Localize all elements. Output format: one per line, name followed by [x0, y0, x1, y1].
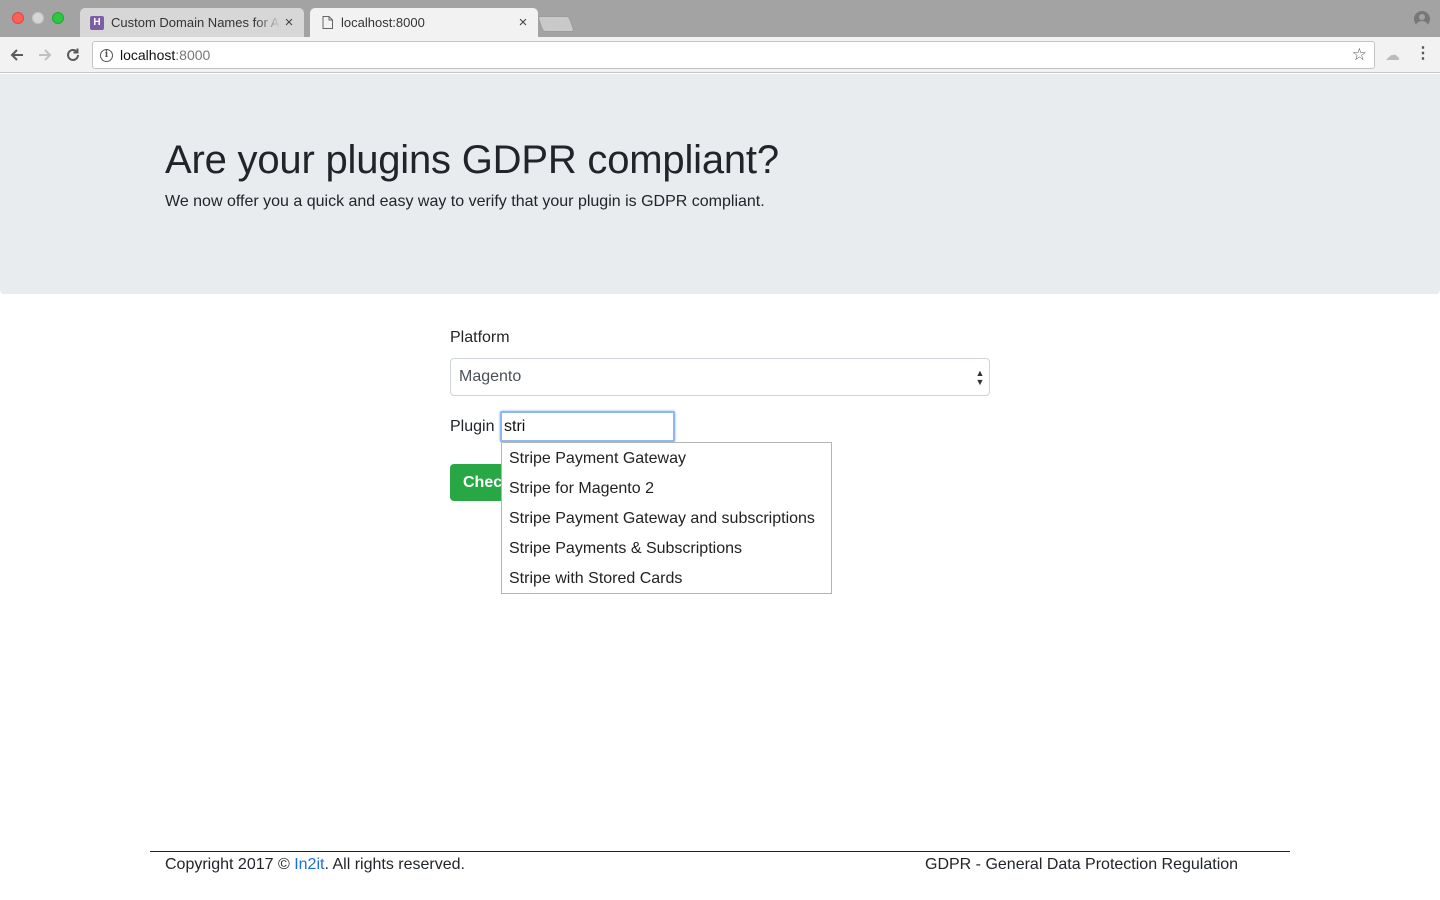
browser-toolbar: i localhost:8000 ☆ ☁ ⋮ — [0, 37, 1440, 73]
close-tab-icon[interactable]: × — [281, 14, 297, 31]
heroku-favicon-icon: H — [90, 15, 104, 30]
page-subtitle: We now offer you a quick and easy way to… — [165, 193, 765, 210]
plugin-autocomplete-list: Stripe Payment Gateway Stripe for Magent… — [501, 442, 832, 594]
maximize-window-button[interactable] — [52, 12, 64, 24]
back-arrow-icon[interactable] — [7, 45, 27, 65]
browser-tab-custom-domain[interactable]: H Custom Domain Names for Ap × — [80, 8, 304, 37]
profile-icon[interactable] — [1414, 11, 1430, 27]
autocomplete-item[interactable]: Stripe Payment Gateway and subscriptions — [502, 504, 831, 534]
tab-title: Custom Domain Names for Ap — [111, 15, 281, 30]
autocomplete-item[interactable]: Stripe with Stored Cards — [502, 564, 831, 594]
autocomplete-item[interactable]: Stripe for Magento 2 — [502, 474, 831, 504]
minimize-window-button[interactable] — [32, 12, 44, 24]
plugin-input-value: stri — [504, 417, 526, 435]
browser-tab-localhost[interactable]: localhost:8000 × — [310, 8, 538, 37]
browser-tab-bar: H Custom Domain Names for Ap × localhost… — [0, 0, 1440, 37]
page-favicon-icon — [320, 16, 334, 30]
autocomplete-item[interactable]: Stripe Payments & Subscriptions — [502, 534, 831, 564]
autocomplete-item[interactable]: Stripe Payment Gateway — [502, 444, 831, 474]
footer-tagline: GDPR - General Data Protection Regulatio… — [925, 856, 1239, 873]
tab-title: localhost:8000 — [341, 15, 425, 30]
reload-icon[interactable] — [63, 45, 83, 65]
url-text: localhost:8000 — [120, 47, 211, 63]
platform-label: Platform — [450, 329, 510, 346]
menu-kebab-icon[interactable]: ⋮ — [1415, 44, 1431, 64]
close-tab-icon[interactable]: × — [515, 14, 531, 31]
new-tab-button[interactable] — [537, 16, 575, 32]
hero-jumbotron: Are your plugins GDPR compliant? We now … — [0, 74, 1440, 294]
footer-copyright: Copyright 2017 © In2it. All rights reser… — [165, 856, 465, 873]
select-arrows-icon: ▲ ▼ — [975, 368, 985, 387]
company-link[interactable]: In2it — [294, 856, 324, 873]
drive-extension-icon[interactable]: ☁ — [1385, 46, 1400, 64]
address-bar[interactable]: i localhost:8000 ☆ — [92, 41, 1375, 69]
platform-select[interactable]: Magento ▲ ▼ — [450, 358, 990, 396]
plugin-search-input[interactable]: stri — [500, 411, 675, 442]
close-window-button[interactable] — [12, 12, 24, 24]
bookmark-star-icon[interactable]: ☆ — [1352, 45, 1367, 65]
forward-arrow-icon[interactable] — [35, 45, 55, 65]
plugin-label: Plugin — [450, 418, 495, 435]
footer-divider — [150, 851, 1290, 852]
page-title: Are your plugins GDPR compliant? — [165, 138, 779, 182]
info-icon[interactable]: i — [100, 48, 113, 62]
platform-selected-value: Magento — [459, 368, 522, 385]
